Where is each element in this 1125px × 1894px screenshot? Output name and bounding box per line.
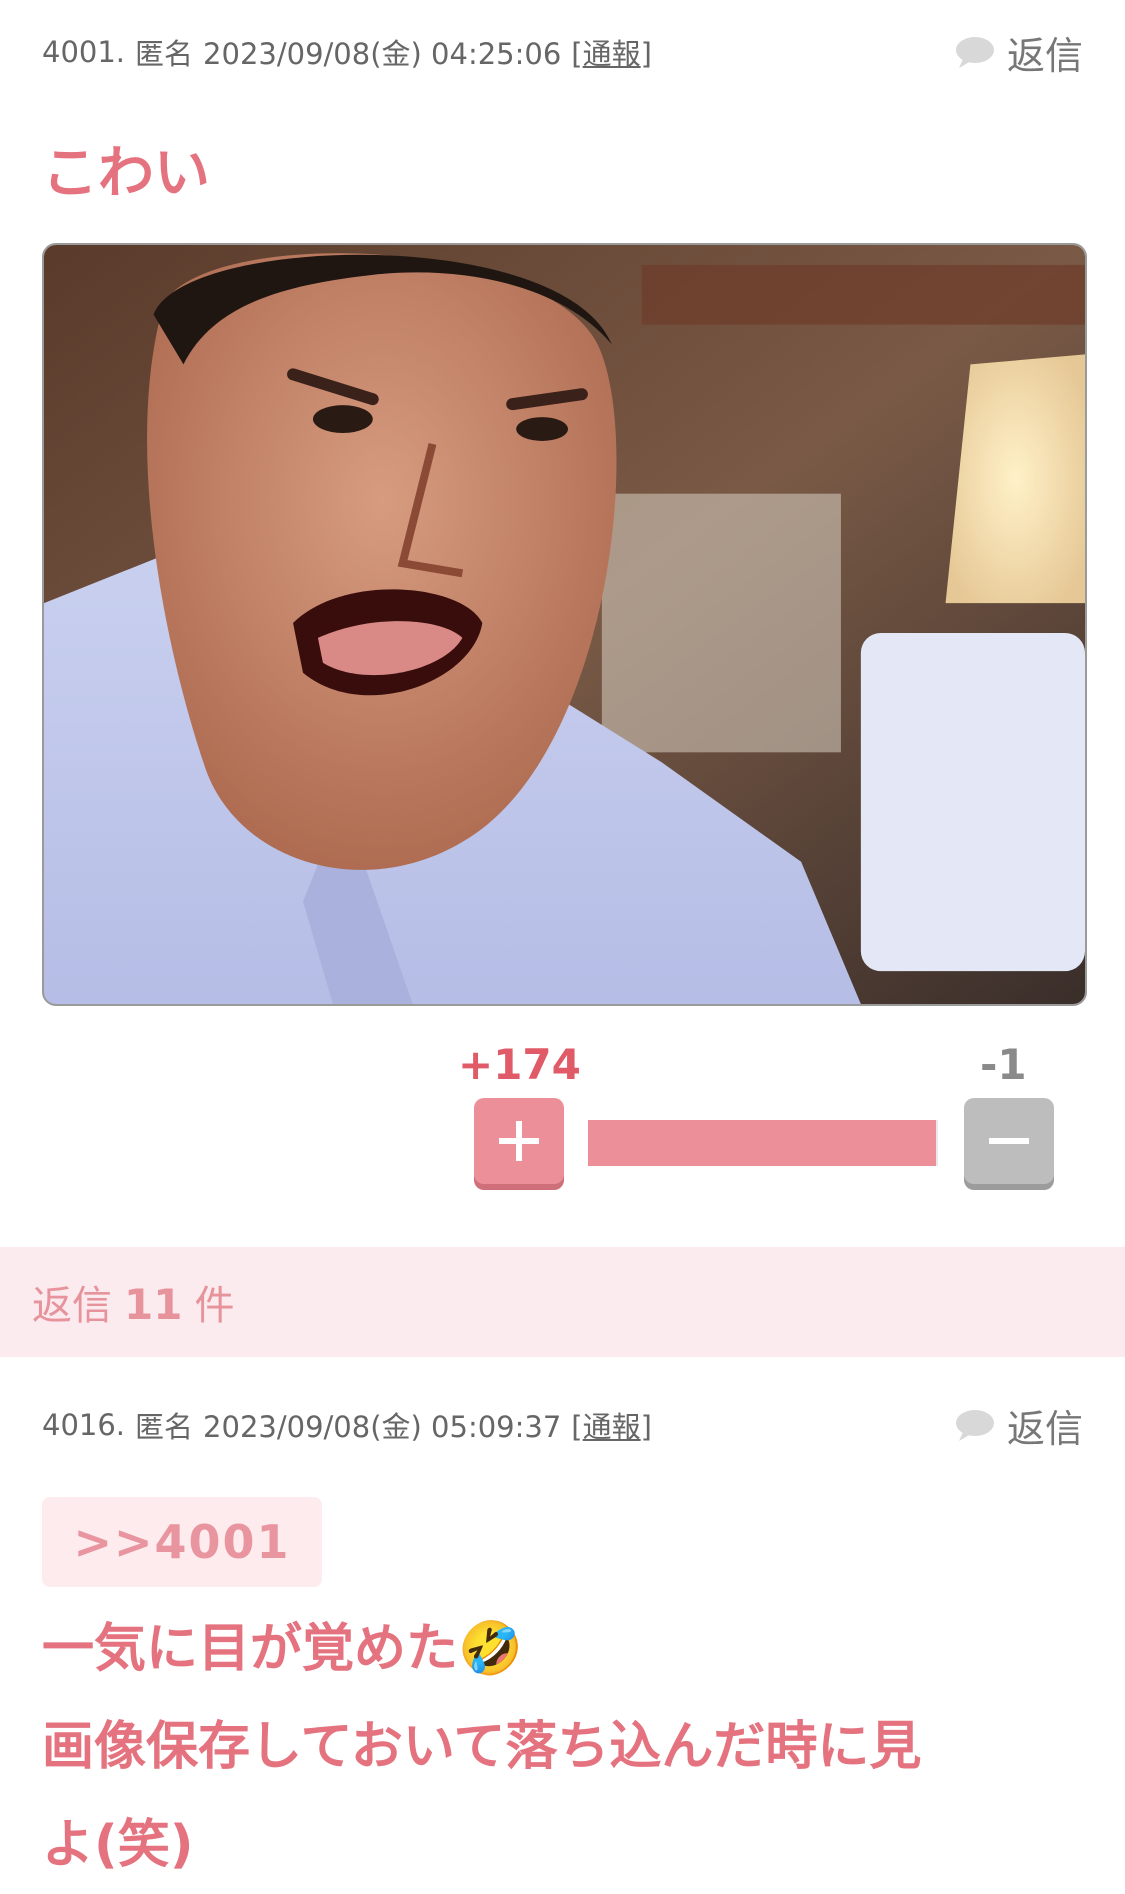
reply-body: 一気に目が覚めた🤣 画像保存しておいて落ち込んだ時に見 よ(笑) — [42, 1600, 1087, 1894]
post-datetime: 2023/09/08(金) 04:25:06 — [203, 37, 562, 71]
reply-report-link[interactable]: [通報] — [571, 1404, 652, 1446]
plus-icon — [499, 1121, 539, 1161]
reply-header: 4016. 匿名 2023/09/08(金) 05:09:37 [通報] 返信 — [42, 1395, 1083, 1455]
minus-vote-count: -1 — [980, 1040, 1027, 1089]
speech-bubble-icon — [955, 1410, 994, 1441]
reply-meta: 4016. 匿名 2023/09/08(金) 05:09:37 [通報] — [42, 1404, 652, 1446]
reply-line: 画像保存しておいて落ち込んだ時に見 — [42, 1717, 922, 1777]
speech-bubble-icon — [955, 37, 994, 68]
reply-button[interactable]: 返信 — [955, 25, 1083, 80]
plus-vote-button[interactable] — [474, 1098, 564, 1184]
post-image-graphic — [44, 245, 1085, 1004]
anchor-link[interactable]: >>4001 — [42, 1497, 322, 1587]
post-title: こわい — [42, 141, 210, 206]
reply-button-label: 返信 — [1006, 33, 1083, 78]
minus-vote-button[interactable] — [964, 1098, 1054, 1184]
post-number: 4001. — [42, 35, 126, 69]
reply-reply-button[interactable]: 返信 — [955, 1398, 1083, 1453]
reply-count-suffix: 件 — [194, 1283, 235, 1329]
reply-line: 一気に目が覚めた🤣 — [42, 1619, 523, 1679]
reply-count-number: 11 — [124, 1280, 183, 1329]
reply-datetime: 2023/09/08(金) 05:09:37 — [203, 1410, 562, 1444]
post-image[interactable] — [42, 243, 1087, 1006]
reply-author: 匿名 — [135, 1410, 194, 1444]
reply-reply-button-label: 返信 — [1006, 1406, 1083, 1451]
vote-ratio-fill — [588, 1120, 936, 1166]
post-meta: 4001. 匿名 2023/09/08(金) 04:25:06 [通報] — [42, 31, 652, 73]
minus-icon — [989, 1138, 1029, 1144]
vote-area: +174 -1 — [0, 1040, 1125, 1200]
reply-number: 4016. — [42, 1408, 126, 1442]
post-header: 4001. 匿名 2023/09/08(金) 04:25:06 [通報] 返信 — [42, 22, 1083, 82]
reply-count-prefix: 返信 — [32, 1283, 112, 1329]
reply-line: よ(笑) — [42, 1815, 194, 1875]
report-link[interactable]: [通報] — [571, 31, 652, 73]
plus-vote-count: +174 — [458, 1040, 581, 1089]
vote-ratio-bar — [588, 1120, 938, 1166]
reply-count-band[interactable]: 返信 11 件 — [0, 1247, 1125, 1357]
post-author: 匿名 — [135, 37, 194, 71]
